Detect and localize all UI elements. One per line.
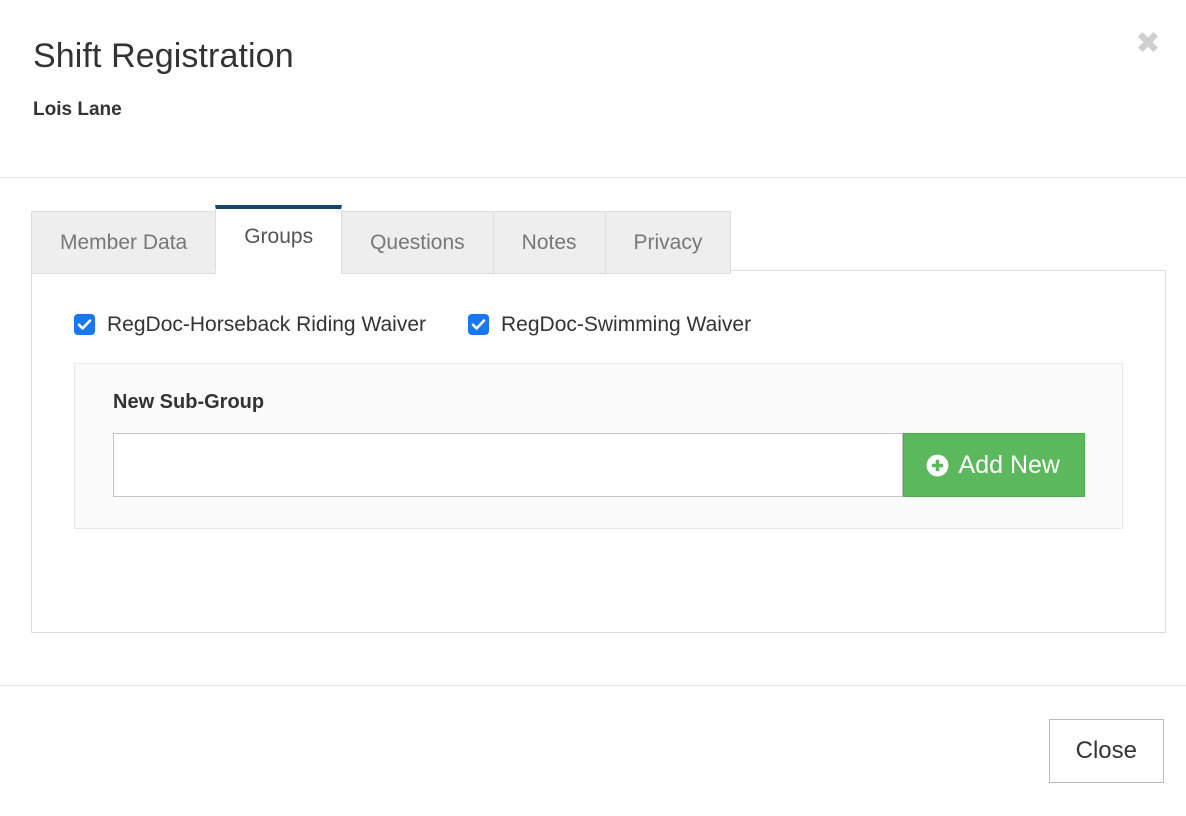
checkbox-label: RegDoc-Horseback Riding Waiver (107, 313, 426, 337)
add-new-button-label: Add New (958, 450, 1060, 479)
tab-questions[interactable]: Questions (341, 211, 494, 275)
checkbox-label: RegDoc-Swimming Waiver (501, 313, 752, 337)
shift-registration-modal: Shift Registration Lois Lane ✖ Member Da… (0, 0, 1186, 816)
page-title: Shift Registration (33, 37, 294, 75)
waiver-checkbox-row: RegDoc-Horseback Riding Waiver RegDoc-Sw… (32, 312, 1165, 337)
modal-header: Shift Registration Lois Lane ✖ (0, 0, 1186, 178)
close-button[interactable]: Close (1048, 719, 1164, 783)
checkbox-checked-icon[interactable] (468, 314, 489, 336)
new-subgroup-input[interactable] (113, 433, 903, 498)
member-name: Lois Lane (33, 98, 122, 120)
close-icon[interactable]: ✖ (1132, 28, 1164, 60)
groups-tab-panel: RegDoc-Horseback Riding Waiver RegDoc-Sw… (31, 270, 1166, 634)
tab-groups[interactable]: Groups (215, 205, 343, 272)
checkbox-checked-icon[interactable] (74, 314, 95, 336)
new-subgroup-panel: New Sub-Group Add New (74, 363, 1123, 530)
modal-footer: Close (0, 685, 1186, 816)
add-new-button[interactable]: Add New (902, 433, 1085, 498)
tab-member-data[interactable]: Member Data (31, 211, 217, 275)
checkbox-item-swimming-waiver[interactable]: RegDoc-Swimming Waiver (468, 312, 751, 337)
new-subgroup-form: Add New (113, 433, 1085, 498)
modal-body: Member Data Groups Questions Notes Priva… (0, 178, 1186, 685)
checkbox-item-horseback-riding-waiver[interactable]: RegDoc-Horseback Riding Waiver (74, 312, 426, 337)
plus-circle-icon (925, 453, 950, 478)
tab-privacy[interactable]: Privacy (604, 211, 732, 275)
tab-strip: Member Data Groups Questions Notes Priva… (31, 205, 1186, 275)
new-subgroup-title: New Sub-Group (113, 391, 265, 414)
tab-notes[interactable]: Notes (492, 211, 606, 275)
